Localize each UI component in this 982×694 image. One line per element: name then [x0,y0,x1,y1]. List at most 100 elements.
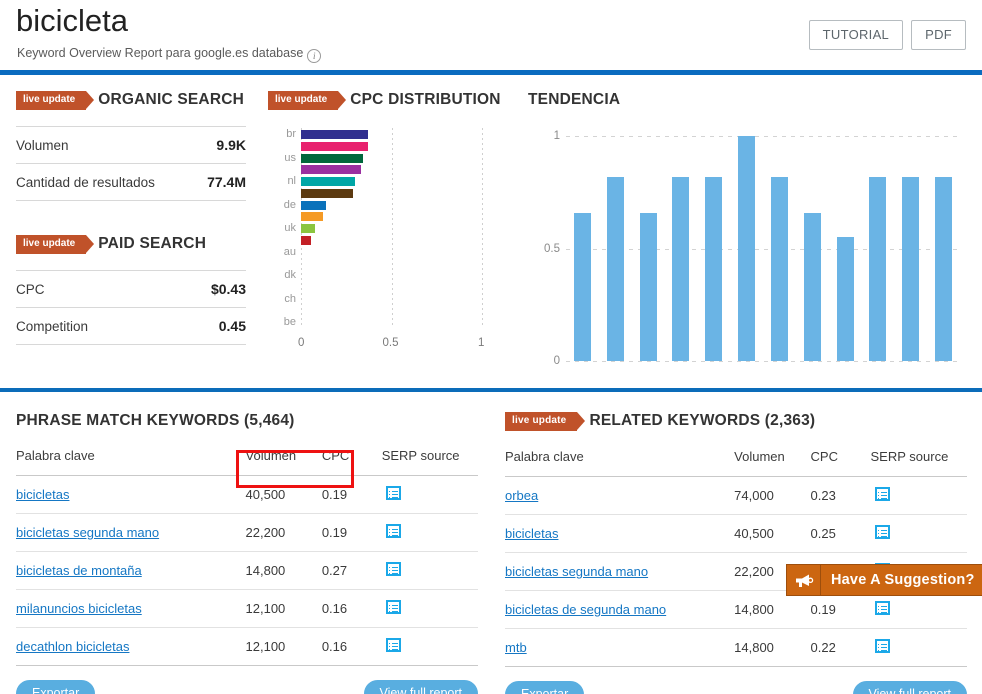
keyword-link[interactable]: bicicletas [16,487,69,502]
volume-cell: 74,000 [734,476,811,515]
view-full-report-button[interactable]: View full report [363,680,478,694]
column-header-volumen[interactable]: Volumen [734,449,811,477]
serp-source-icon[interactable] [874,601,890,615]
cpc-chart-y-tick: us [284,151,296,164]
keyword-link[interactable]: bicicletas [505,526,558,541]
keyword-overview-page: bicicleta Keyword Overview Report para g… [0,0,982,694]
stat-value: 9.9K [216,137,246,153]
tutorial-button[interactable]: TUTORIAL [808,20,904,50]
keyword-link[interactable]: bicicletas segunda mano [505,564,648,579]
cpc-chart-bar [301,212,323,222]
trend-chart-y-tick: 0.5 [544,242,560,255]
stat-value: 0.45 [218,318,246,334]
keyword-cell: milanuncios bicicletas [16,589,246,628]
table-header-row: Palabra clave Volumen CPC SERP source [16,448,478,476]
column-header-keyword[interactable]: Palabra clave [16,448,246,476]
cpc-cell: 0.19 [321,475,382,514]
trend-chart-bar [672,176,690,361]
cpc-cell: 0.16 [321,589,382,628]
volume-cell: 22,200 [245,513,322,552]
export-button[interactable]: Exportar [16,680,96,694]
keyword-link[interactable]: orbea [505,488,538,503]
cpc-chart-y-tick: dk [284,269,296,282]
cpc-chart-y-tick: be [283,316,296,329]
table-row: Volumen 9.9K [16,126,246,164]
column-header-serp-source[interactable]: SERP source [381,448,478,476]
phrase-match-table: Palabra clave Volumen CPC SERP source bicicl… [16,448,478,666]
live-update-badge: live update [16,91,95,110]
pdf-button[interactable]: PDF [911,20,966,50]
organic-stats-table: Volumen 9.9K Cantidad de resultados 77.4… [16,126,246,201]
table-row: decathlon bicicletas 12,100 0.16 [16,627,478,666]
live-update-badge: live update [16,235,95,254]
keyword-link[interactable]: decathlon bicicletas [16,639,129,654]
trend-panel: TENDENCIA 0 0.5 1 [528,91,968,381]
keyword-link[interactable]: bicicletas de segunda mano [505,602,666,617]
serp-source-cell [381,475,478,514]
paid-search-header: live update PAID SEARCH [16,235,246,254]
serp-source-icon[interactable] [874,639,890,653]
keyword-cell: bicicletas de segunda mano [505,590,735,629]
related-keywords-panel: live update RELATED KEYWORDS (2,363) Pala… [505,412,967,694]
have-a-suggestion-banner[interactable]: Have A Suggestion? [787,565,982,595]
column-header-volumen[interactable]: Volumen [245,448,322,476]
column-header-cpc[interactable]: CPC [810,449,871,477]
trend-chart-bar [705,176,723,361]
volume-cell: 12,100 [245,627,322,666]
keyword-link[interactable]: bicicletas de montaña [16,563,142,578]
keywords-section: PHRASE MATCH KEYWORDS (5,464) Palabra cl… [0,392,982,694]
keyword-cell: orbea [505,476,735,515]
serp-source-icon[interactable] [385,600,401,614]
table-row: bicicletas segunda mano 22,200 0.19 [16,513,478,552]
paid-stats-table: CPC $0.43 Competition 0.45 [16,270,246,345]
column-header-keyword[interactable]: Palabra clave [505,449,735,477]
keyword-cell: bicicletas de montaña [16,551,246,590]
table-row: orbea 74,000 0.23 [505,476,967,515]
view-full-report-button[interactable]: View full report [852,681,967,694]
search-stats-panel: live update ORGANIC SEARCH Volumen 9.9K C… [16,91,246,345]
column-header-cpc[interactable]: CPC [321,448,382,476]
trend-chart-bar [606,176,624,361]
cpc-cell: 0.16 [321,627,382,666]
cpc-chart-y-tick: au [283,245,296,258]
cpc-chart-y-tick: uk [284,222,296,235]
table-row: bicicletas 40,500 0.19 [16,475,478,514]
keyword-link[interactable]: milanuncios bicicletas [16,601,142,616]
serp-source-cell [870,628,967,667]
serp-source-icon[interactable] [874,487,890,501]
keyword-cell: bicicletas segunda mano [505,552,735,591]
keyword-cell: mtb [505,628,735,667]
table-row: mtb 14,800 0.22 [505,628,967,667]
table-row: bicicletas 40,500 0.25 [505,514,967,553]
cpc-chart-plot-area [301,128,483,328]
cpc-chart-bar [301,224,316,234]
header-actions: TUTORIAL PDF [808,20,966,50]
cpc-chart-gridline [391,128,393,328]
keyword-link[interactable]: bicicletas segunda mano [16,525,159,540]
table-row: CPC $0.43 [16,270,246,308]
keyword-link[interactable]: mtb [505,640,527,655]
page-header: bicicleta Keyword Overview Report para g… [0,0,982,70]
export-button[interactable]: Exportar [505,681,585,694]
cpc-chart-bar [301,141,368,151]
phrase-match-actions: Exportar View full report [16,680,478,694]
info-icon[interactable]: i [307,49,322,63]
volume-cell: 12,100 [245,589,322,628]
serp-source-icon[interactable] [385,562,401,576]
keyword-cell: decathlon bicicletas [16,627,246,666]
serp-source-icon[interactable] [385,524,401,538]
cpc-cell: 0.19 [810,590,871,629]
table-header-row: Palabra clave Volumen CPC SERP source [505,449,967,477]
serp-source-icon[interactable] [385,486,401,500]
related-keywords-title: RELATED KEYWORDS (2,363) [589,412,816,429]
stat-label: Cantidad de resultados [16,174,155,190]
column-header-serp-source[interactable]: SERP source [870,449,967,477]
related-keywords-actions: Exportar View full report [505,681,967,694]
serp-source-cell [870,590,967,629]
serp-source-icon[interactable] [874,525,890,539]
organic-search-title: ORGANIC SEARCH [98,91,245,108]
phrase-match-panel: PHRASE MATCH KEYWORDS (5,464) Palabra cl… [16,412,478,694]
stat-label: CPC [16,281,45,297]
serp-source-icon[interactable] [385,638,401,652]
cpc-chart-x-tick: 0 [298,337,305,349]
